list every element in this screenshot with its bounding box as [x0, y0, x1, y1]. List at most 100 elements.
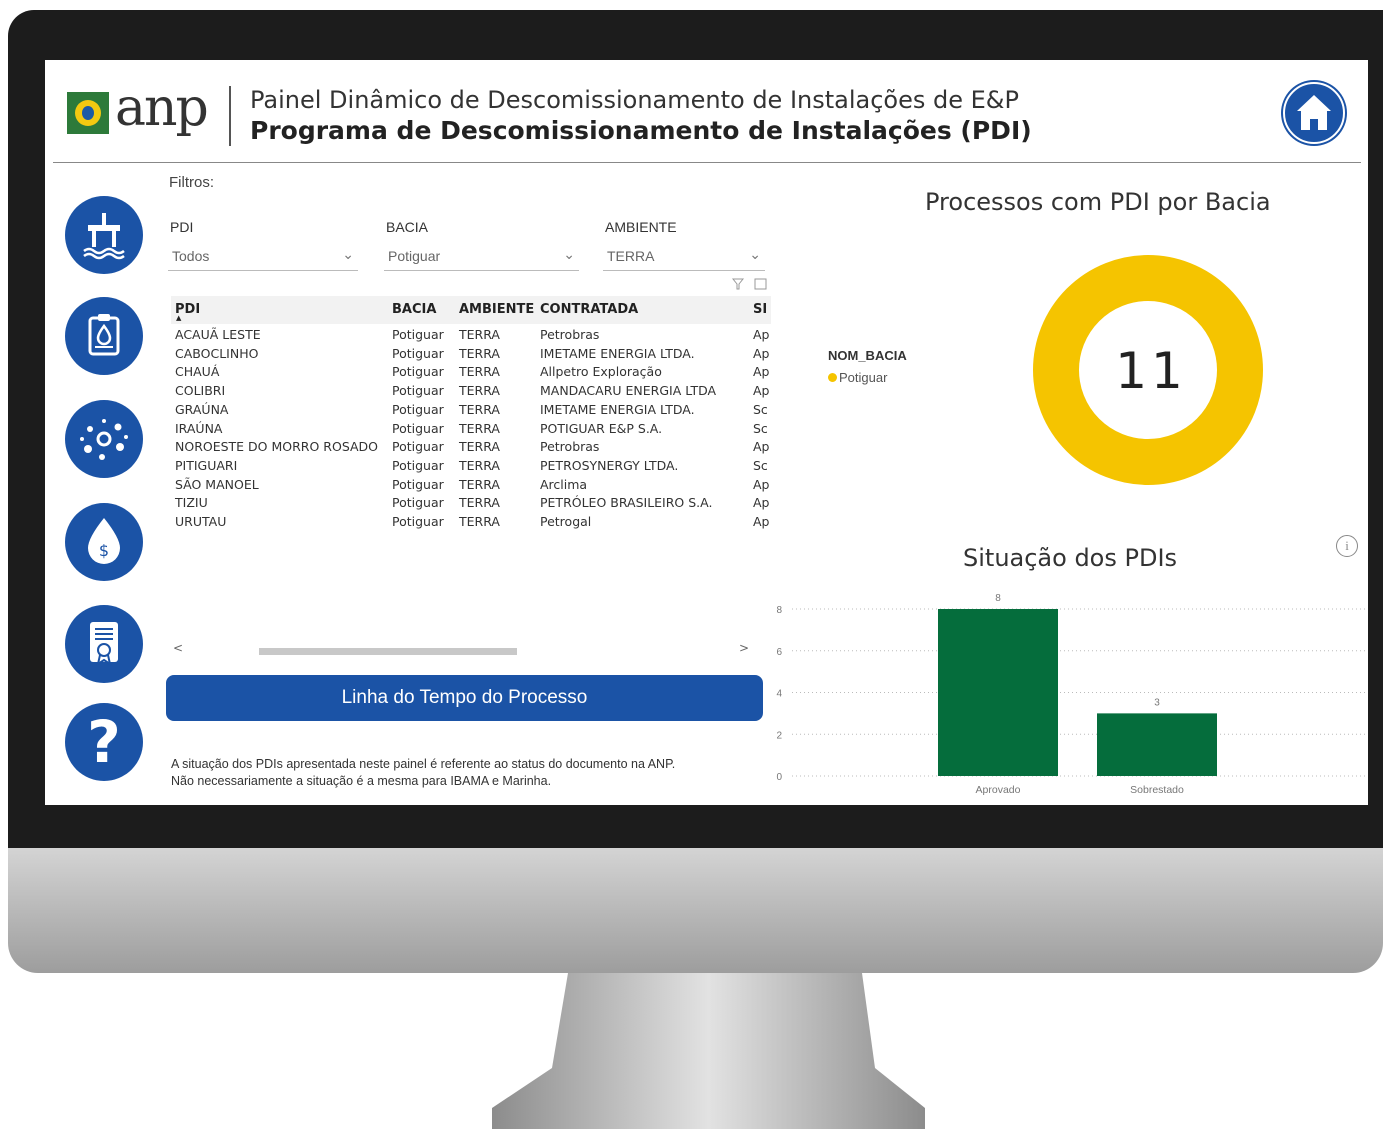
- scroll-thumb[interactable]: [259, 648, 517, 655]
- table-cell-pdi: TIZIU: [175, 495, 208, 511]
- table-cell-pdi: CHAUÁ: [175, 364, 220, 380]
- y-tick-label: 8: [776, 605, 782, 616]
- y-tick-label: 2: [776, 730, 782, 741]
- table-cell-situacao: Ap: [753, 495, 770, 511]
- filter-ambiente-label: AMBIENTE: [605, 219, 677, 235]
- clipboard-drop-icon: [88, 314, 120, 356]
- table-row[interactable]: ACAUÃ LESTE Potiguar TERRA Petrobras Ap: [171, 326, 771, 344]
- x-tick-label: Aprovado: [976, 784, 1021, 796]
- table-cell-bacia: Potiguar: [392, 495, 444, 511]
- page-subtitle: Painel Dinâmico de Descomissionamento de…: [250, 86, 1019, 114]
- table-cell-bacia: Potiguar: [392, 383, 444, 399]
- question-icon: ?: [87, 708, 121, 776]
- status-note-line2: Não necessariamente a situação é a mesma…: [171, 774, 552, 788]
- table-cell-pdi: COLIBRI: [175, 383, 226, 399]
- filters-label: Filtros:: [169, 174, 214, 191]
- donut-legend-label: Potiguar: [839, 370, 888, 385]
- home-button[interactable]: [1281, 80, 1347, 146]
- filter-ambiente-select[interactable]: TERRA ⌄: [603, 244, 765, 271]
- chevron-down-icon: ⌄: [749, 246, 761, 262]
- table-cell-ambiente: TERRA: [459, 495, 500, 511]
- table-cell-ambiente: TERRA: [459, 457, 500, 473]
- status-note-line1: A situação dos PDIs apresentada neste pa…: [171, 757, 676, 771]
- table-row[interactable]: GRAÚNA Potiguar TERRA IMETAME ENERGIA LTDA.…: [171, 401, 771, 419]
- table-row[interactable]: TIZIU Potiguar TERRA PETRÓLEO BRASILEIRO S.…: [171, 494, 771, 512]
- filter-bacia-label: BACIA: [386, 219, 429, 235]
- table-row[interactable]: SÃO MANOEL Potiguar TERRA Arclima Ap: [171, 476, 771, 494]
- home-icon: [1283, 82, 1345, 144]
- sort-ascending-icon: ▲: [176, 314, 182, 322]
- table-row[interactable]: PITIGUARI Potiguar TERRA PETROSYNERGY LTDA.…: [171, 457, 771, 475]
- donut-chart-title: Processos com PDI por Bacia: [925, 188, 1271, 216]
- donut-legend-title: NOM_BACIA: [828, 348, 907, 363]
- scroll-right-icon[interactable]: >: [739, 641, 749, 655]
- chevron-down-icon: ⌄: [342, 246, 354, 262]
- table-cell-contratada: MANDACARU ENERGIA LTDA: [540, 383, 717, 399]
- nav-platform-button[interactable]: [65, 196, 143, 274]
- table-cell-pdi: URUTAU: [175, 514, 227, 529]
- table-cell-ambiente: TERRA: [459, 476, 500, 492]
- nav-costs-button[interactable]: $: [65, 503, 143, 581]
- table-cell-contratada: PETRÓLEO BRASILEIRO S.A.: [540, 495, 713, 511]
- table-cell-situacao: Ap: [753, 345, 770, 361]
- filter-pdi-label: PDI: [170, 219, 194, 235]
- nav-documents-button[interactable]: [65, 297, 143, 375]
- table-header: PDI BACIA AMBIENTE CONTRATADA SI ▲: [171, 296, 771, 324]
- visual-header-icons: [731, 278, 767, 290]
- scroll-left-icon[interactable]: <: [173, 641, 183, 655]
- certificate-icon: [90, 622, 118, 667]
- table-cell-situacao: Ap: [753, 383, 770, 399]
- monitor-stand: [492, 973, 925, 1129]
- table-cell-contratada: Allpetro Exploração: [540, 364, 662, 380]
- nav-help-button[interactable]: ?: [65, 703, 143, 781]
- header-rule: [53, 162, 1361, 163]
- nav-particles-button[interactable]: [65, 400, 143, 478]
- data-label: 8: [995, 593, 1001, 604]
- table-cell-ambiente: TERRA: [459, 383, 500, 399]
- table-row[interactable]: NOROESTE DO MORRO ROSADO Potiguar TERRA Pet…: [171, 438, 771, 456]
- column-header-situacao[interactable]: SI: [753, 302, 767, 317]
- bar-aprovado[interactable]: [938, 609, 1058, 776]
- money-drop-icon: $: [88, 518, 120, 564]
- table-horizontal-scrollbar[interactable]: < >: [165, 641, 757, 657]
- filter-pdi-value: Todos: [172, 248, 210, 264]
- table-cell-contratada: Petrobras: [540, 327, 600, 342]
- column-header-ambiente[interactable]: AMBIENTE: [459, 302, 534, 317]
- filter-ambiente-value: TERRA: [607, 248, 655, 264]
- table-cell-situacao: Ap: [753, 327, 770, 342]
- table-cell-bacia: Potiguar: [392, 476, 444, 492]
- process-timeline-button[interactable]: Linha do Tempo do Processo: [166, 675, 763, 721]
- table-row[interactable]: CABOCLINHO Potiguar TERRA IMETAME ENERGIA L…: [171, 345, 771, 363]
- table-cell-ambiente: TERRA: [459, 514, 500, 529]
- nav-certificate-button[interactable]: [65, 605, 143, 683]
- filter-bacia-value: Potiguar: [388, 248, 441, 264]
- table-cell-contratada: Petrobras: [540, 439, 600, 455]
- x-tick-label: Sobrestado: [1130, 784, 1184, 796]
- y-tick-label: 4: [776, 689, 782, 700]
- table-cell-contratada: Arclima: [540, 476, 588, 492]
- table-cell-contratada: Petrogal: [540, 514, 592, 529]
- table-cell-bacia: Potiguar: [392, 514, 444, 529]
- table-cell-pdi: SÃO MANOEL: [175, 476, 259, 492]
- table-row[interactable]: COLIBRI Potiguar TERRA MANDACARU ENERGIA LT…: [171, 382, 771, 400]
- info-icon[interactable]: i: [1336, 535, 1358, 557]
- focus-mode-icon[interactable]: [754, 278, 767, 290]
- table-cell-bacia: Potiguar: [392, 420, 444, 436]
- table-cell-ambiente: TERRA: [459, 364, 500, 380]
- chevron-down-icon: ⌄: [563, 246, 575, 262]
- filter-bacia-select[interactable]: Potiguar ⌄: [384, 244, 579, 271]
- donut-legend-item[interactable]: Potiguar: [828, 370, 887, 385]
- table-row[interactable]: IRAÚNA Potiguar TERRA POTIGUAR E&P S.A. Sc: [171, 420, 771, 438]
- table-cell-contratada: POTIGUAR E&P S.A.: [540, 420, 663, 436]
- table-row[interactable]: URUTAU Potiguar TERRA Petrogal Ap: [171, 513, 771, 531]
- column-header-contratada[interactable]: CONTRATADA: [540, 302, 638, 317]
- table-cell-situacao: Sc: [753, 401, 768, 417]
- table-cell-bacia: Potiguar: [392, 401, 444, 417]
- bar-sobrestado[interactable]: [1097, 713, 1217, 776]
- filter-pdi-select[interactable]: Todos ⌄: [168, 244, 358, 271]
- table-row[interactable]: CHAUÁ Potiguar TERRA Allpetro Exploração Ap: [171, 363, 771, 381]
- filter-icon[interactable]: [731, 278, 745, 290]
- column-header-bacia[interactable]: BACIA: [392, 302, 436, 317]
- donut-chart: 11: [1033, 255, 1263, 485]
- table-cell-bacia: Potiguar: [392, 327, 444, 342]
